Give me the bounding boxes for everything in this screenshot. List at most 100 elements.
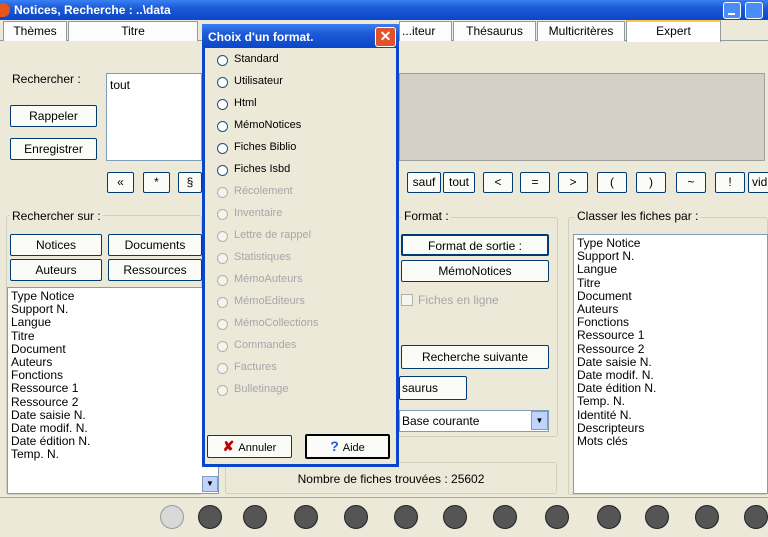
list-item[interactable]: Identité N. xyxy=(574,408,767,422)
option-label: Factures xyxy=(234,361,277,373)
shuffle-icon[interactable] xyxy=(243,505,267,529)
dialog-title: Choix d'un format. xyxy=(208,30,314,44)
operator-button[interactable]: vid xyxy=(748,172,768,193)
format-dialog: Choix d'un format. ✕ Standard Utilisateu… xyxy=(202,24,399,467)
dialog-close-button[interactable]: ✕ xyxy=(375,27,396,47)
radio-icon xyxy=(217,143,228,154)
search-query-field[interactable]: tout xyxy=(106,73,202,161)
scroll-down-icon[interactable]: ▼ xyxy=(202,476,218,492)
output-format-button[interactable]: Format de sortie : xyxy=(401,234,549,256)
operator-button[interactable]: ~ xyxy=(676,172,706,193)
tab-label: Thésaurus xyxy=(466,24,523,38)
option-label: MémoAuteurs xyxy=(234,273,303,285)
tab-expert[interactable]: Expert xyxy=(626,20,721,42)
list-item[interactable]: Mots clés xyxy=(574,434,767,448)
text-style-icon[interactable] xyxy=(294,505,318,529)
help-icon: ? xyxy=(330,438,339,454)
option-label: Utilisateur xyxy=(234,75,283,87)
option-label: Fiches Isbd xyxy=(234,163,291,175)
chevron-down-icon[interactable]: ▼ xyxy=(531,411,548,430)
export-icon[interactable] xyxy=(493,505,517,529)
authors-button[interactable]: Auteurs xyxy=(10,259,102,281)
tab-multicriteres[interactable]: Multicritères xyxy=(537,21,625,41)
notices-button[interactable]: Notices xyxy=(10,234,102,256)
list-item[interactable]: Ressource 1 xyxy=(574,329,767,342)
settings-icon[interactable] xyxy=(198,505,222,529)
import-icon[interactable] xyxy=(443,505,467,529)
list-item[interactable]: Ressource 2 xyxy=(574,342,767,356)
list-item[interactable]: Type Notice xyxy=(8,288,218,303)
tab-thesaurus[interactable]: Thésaurus xyxy=(453,21,536,41)
tab-label: Multicritères xyxy=(548,24,614,38)
online-checkbox[interactable] xyxy=(401,294,413,306)
grid-icon[interactable] xyxy=(394,505,418,529)
operator-button[interactable]: ! xyxy=(715,172,745,193)
maximize-button[interactable] xyxy=(745,2,763,19)
help-icon[interactable] xyxy=(744,505,768,529)
list-item[interactable]: Langue xyxy=(574,263,767,276)
window-titlebar: Notices, Recherche : ..\data xyxy=(0,0,768,20)
list-item[interactable]: Ressource 2 xyxy=(8,395,218,409)
dialog-titlebar: Choix d'un format. ✕ xyxy=(202,24,399,48)
list-item[interactable]: Temp. N. xyxy=(8,448,218,461)
operator-button[interactable]: « xyxy=(107,172,134,193)
tab-titre[interactable]: Titre xyxy=(68,21,198,41)
view-icon[interactable] xyxy=(597,505,621,529)
help-button[interactable]: ? Aide xyxy=(305,434,390,459)
radio-icon xyxy=(217,121,228,132)
thesaurus-button[interactable]: saurus xyxy=(399,376,467,400)
list-item[interactable]: Langue xyxy=(8,316,218,329)
minimize-button[interactable] xyxy=(723,2,741,19)
tab-themes[interactable]: Thèmes xyxy=(3,21,67,41)
cancel-icon: ✘ xyxy=(222,438,235,454)
radio-icon xyxy=(217,165,228,176)
list-item[interactable]: Type Notice xyxy=(574,235,767,250)
close-icon[interactable] xyxy=(695,505,719,529)
format-legend: Format : xyxy=(402,209,451,223)
close-icon: ✕ xyxy=(379,28,392,44)
resources-button[interactable]: Ressources xyxy=(108,259,202,281)
cancel-button[interactable]: ✘ Annuler xyxy=(207,435,292,458)
operator-button[interactable]: ) xyxy=(636,172,666,193)
operator-button[interactable]: § xyxy=(178,172,202,193)
recall-button[interactable]: Rappeler xyxy=(10,105,97,127)
help-label: Aide xyxy=(342,442,365,454)
operator-button[interactable]: tout xyxy=(443,172,475,193)
back-icon[interactable] xyxy=(160,505,184,529)
documents-button[interactable]: Documents xyxy=(108,234,202,256)
note-icon[interactable] xyxy=(645,505,669,529)
refresh-icon[interactable] xyxy=(344,505,368,529)
list-item[interactable]: Titre xyxy=(8,329,218,343)
operator-button[interactable]: sauf xyxy=(407,172,441,193)
tab-label: Titre xyxy=(121,24,145,38)
radio-icon xyxy=(217,297,228,308)
list-item[interactable]: Titre xyxy=(574,276,767,290)
operator-button[interactable]: > xyxy=(558,172,588,193)
operator-button[interactable]: ( xyxy=(597,172,627,193)
list-item[interactable]: Ressource 1 xyxy=(8,382,218,395)
trash-icon[interactable] xyxy=(545,505,569,529)
radio-icon xyxy=(217,77,228,88)
tab-label: Expert xyxy=(656,24,691,38)
option-label: MémoNotices xyxy=(234,119,302,131)
radio-icon xyxy=(217,209,228,220)
radio-icon xyxy=(217,253,228,264)
base-select-value: Base courante xyxy=(402,414,480,428)
operator-button[interactable]: * xyxy=(143,172,170,193)
list-item[interactable]: Temp. N. xyxy=(574,395,767,408)
search-fields-list[interactable]: Type Notice Support N. Langue Titre Docu… xyxy=(7,287,219,494)
sort-fields-list[interactable]: Type Notice Support N. Langue Titre Docu… xyxy=(573,234,768,494)
online-label: Fiches en ligne xyxy=(418,293,499,307)
base-select[interactable]: Base courante ▼ xyxy=(399,410,549,432)
option-label: MémoCollections xyxy=(234,317,319,329)
tab-editeur[interactable]: ...iteur xyxy=(399,21,452,41)
operator-button[interactable]: = xyxy=(520,172,550,193)
sort-legend: Classer les fiches par : xyxy=(575,209,701,223)
radio-icon xyxy=(217,231,228,242)
operator-button[interactable]: < xyxy=(483,172,513,193)
save-query-button[interactable]: Enregistrer xyxy=(10,138,97,160)
radio-icon xyxy=(217,319,228,330)
radio-icon xyxy=(217,187,228,198)
next-search-button[interactable]: Recherche suivante xyxy=(401,345,549,369)
current-format-button[interactable]: MémoNotices xyxy=(401,260,549,282)
